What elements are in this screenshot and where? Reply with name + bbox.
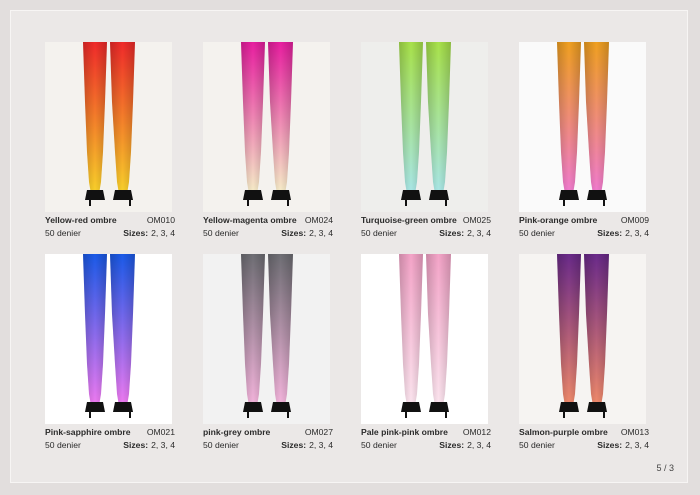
sizes-label: Sizes: [439,440,465,450]
sizes-value: 2, 3, 4 [151,440,175,450]
product-card[interactable]: Pale pink-pink ombre OM012 50 denier Sizes:… [361,254,491,453]
product-name[interactable]: Pink-sapphire ombre [45,427,130,437]
product-denier: 50 denier [519,228,555,238]
product-denier: 50 denier [361,228,397,238]
sizes-label: Sizes: [123,440,149,450]
left-shoe [401,402,421,412]
product-name[interactable]: Pink-orange ombre [519,215,597,225]
product-code: OM013 [620,427,649,437]
product-grid: Yellow-red ombre OM010 50 denier Sizes: 2, 3… [0,0,700,495]
product-denier: 50 denier [45,228,81,238]
right-shoe [429,190,449,200]
product-name[interactable]: Pale pink-pink ombre [361,427,448,437]
product-info: Turquoise-green ombre OM025 50 denier Sizes… [361,215,491,241]
product-info: Pale pink-pink ombre OM012 50 denier Sizes:… [361,427,491,453]
right-shoe [113,190,133,200]
sizes-value: 2, 3, 4 [467,440,491,450]
sizes-label: Sizes: [597,440,623,450]
sizes-label: Sizes: [281,228,307,238]
product-code: OM021 [146,427,175,437]
product-name[interactable]: Salmon-purple ombre [519,427,608,437]
product-sizes: Sizes: 2, 3, 4 [123,440,175,450]
left-shoe [401,190,421,200]
product-name[interactable]: Turquoise-green ombre [361,215,457,225]
right-shoe [429,402,449,412]
product-photo[interactable] [45,254,172,424]
product-card[interactable]: Yellow-magenta ombre OM024 50 denier Sizes:… [203,42,333,241]
product-denier: 50 denier [203,440,239,450]
left-shoe [243,402,263,412]
right-shoe [587,190,607,200]
product-photo[interactable] [203,254,330,424]
product-name[interactable]: Yellow-red ombre [45,215,117,225]
product-photo[interactable] [361,254,488,424]
sizes-value: 2, 3, 4 [151,228,175,238]
right-shoe [113,402,133,412]
product-card[interactable]: Salmon-purple ombre OM013 50 denier Sizes: 2… [519,254,649,453]
product-info: Yellow-red ombre OM010 50 denier Sizes: 2, 3… [45,215,175,241]
product-card[interactable]: Yellow-red ombre OM010 50 denier Sizes: 2, 3… [45,42,175,241]
product-sizes: Sizes: 2, 3, 4 [597,440,649,450]
product-sizes: Sizes: 2, 3, 4 [281,440,333,450]
sizes-value: 2, 3, 4 [625,228,649,238]
product-denier: 50 denier [519,440,555,450]
sizes-value: 2, 3, 4 [309,440,333,450]
product-sizes: Sizes: 2, 3, 4 [281,228,333,238]
sizes-label: Sizes: [439,228,465,238]
product-card[interactable]: pink-grey ombre OM027 50 denier Sizes: 2, 3,… [203,254,333,453]
left-shoe [243,190,263,200]
sizes-value: 2, 3, 4 [467,228,491,238]
left-shoe [85,190,105,200]
product-denier: 50 denier [361,440,397,450]
product-code: OM027 [304,427,333,437]
product-denier: 50 denier [45,440,81,450]
product-code: OM009 [620,215,649,225]
product-card[interactable]: Pink-orange ombre OM009 50 denier Sizes: 2, … [519,42,649,241]
product-code: OM024 [304,215,333,225]
right-shoe [271,190,291,200]
product-code: OM010 [146,215,175,225]
product-info: Pink-sapphire ombre OM021 50 denier Sizes: 2… [45,427,175,453]
product-photo[interactable] [361,42,488,212]
page-number: 5 / 3 [656,463,674,473]
product-sizes: Sizes: 2, 3, 4 [597,228,649,238]
product-sizes: Sizes: 2, 3, 4 [439,228,491,238]
product-photo[interactable] [45,42,172,212]
product-name[interactable]: Yellow-magenta ombre [203,215,297,225]
sizes-label: Sizes: [597,228,623,238]
product-card[interactable]: Turquoise-green ombre OM025 50 denier Sizes… [361,42,491,241]
product-name[interactable]: pink-grey ombre [203,427,270,437]
product-photo[interactable] [519,42,646,212]
sizes-value: 2, 3, 4 [625,440,649,450]
product-denier: 50 denier [203,228,239,238]
product-code: OM012 [462,427,491,437]
sizes-value: 2, 3, 4 [309,228,333,238]
left-shoe [559,190,579,200]
right-shoe [587,402,607,412]
product-info: Yellow-magenta ombre OM024 50 denier Sizes:… [203,215,333,241]
right-shoe [271,402,291,412]
product-info: pink-grey ombre OM027 50 denier Sizes: 2, 3,… [203,427,333,453]
left-shoe [559,402,579,412]
left-shoe [85,402,105,412]
product-photo[interactable] [203,42,330,212]
product-info: Pink-orange ombre OM009 50 denier Sizes: 2, … [519,215,649,241]
product-photo[interactable] [519,254,646,424]
product-code: OM025 [462,215,491,225]
product-sizes: Sizes: 2, 3, 4 [123,228,175,238]
product-card[interactable]: Pink-sapphire ombre OM021 50 denier Sizes: 2… [45,254,175,453]
product-sizes: Sizes: 2, 3, 4 [439,440,491,450]
product-info: Salmon-purple ombre OM013 50 denier Sizes: 2… [519,427,649,453]
sizes-label: Sizes: [123,228,149,238]
sizes-label: Sizes: [281,440,307,450]
